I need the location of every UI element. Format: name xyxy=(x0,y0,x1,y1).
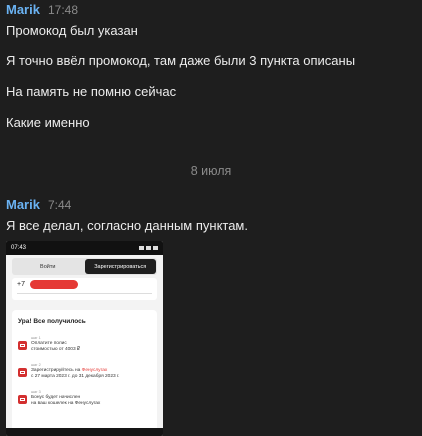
message-text: Я все делал, согласно данным пунктам. xyxy=(6,218,248,233)
auth-tabs: Войти Зарегистрироваться xyxy=(12,258,157,275)
step-item: шаг 1 Оплатите полис стоимостью от 4003 … xyxy=(18,335,151,353)
message-header: Marik 7:44 xyxy=(6,197,416,215)
message-group-2: Marik 7:44 Я все делал, согласно данным … xyxy=(6,197,416,233)
success-card: Ура! Все получилось шаг 1 Оплатите полис… xyxy=(12,310,157,436)
step-item: шаг 3 Бонус будет начислен на ваш кошеле… xyxy=(18,389,151,407)
message-time: 7:44 xyxy=(47,198,72,212)
message-header: Marik 17:48 xyxy=(6,2,416,20)
step-text: на ваш кошелек на Фенуслугах xyxy=(31,401,101,406)
divider xyxy=(17,293,152,294)
tab-register: Зарегистрироваться xyxy=(84,259,156,274)
message-time: 17:48 xyxy=(47,3,78,17)
register-icon xyxy=(18,368,27,377)
wallet-icon xyxy=(18,395,27,404)
message-group-1: Marik 17:48 Промокод был указан Я точно … xyxy=(6,2,416,130)
phone-status-bar: 07:43 xyxy=(6,241,163,255)
card-icon xyxy=(18,341,27,350)
step-item: шаг 2 Зарегистрируйтесь на Фенуслугах с … xyxy=(18,362,151,380)
date-separator: 8 июля xyxy=(190,164,232,178)
phone-field-card: +7 xyxy=(12,278,157,300)
author-name[interactable]: Marik xyxy=(6,197,40,212)
author-name[interactable]: Marik xyxy=(6,2,40,17)
message-text: Промокод был указан xyxy=(6,23,138,38)
status-icons xyxy=(139,246,158,250)
message-text: Я точно ввёл промокод, там даже были 3 п… xyxy=(6,53,356,68)
success-title: Ура! Все получилось xyxy=(18,318,86,325)
phone-nav-bar xyxy=(6,428,163,436)
phone-prefix: +7 xyxy=(17,281,25,288)
step-text: с 27 марта 2023 г. до 31 декабря 2023 г. xyxy=(31,374,120,379)
attached-image[interactable]: 07:43 Войти Зарегистрироваться +7 Ура! В… xyxy=(6,241,163,436)
phone-status-time: 07:43 xyxy=(11,245,27,251)
redaction-scribble xyxy=(30,280,78,289)
tab-login: Войти xyxy=(40,263,56,270)
step-text: Зарегистрируйтесь на xyxy=(31,368,81,373)
message-text: На память не помню сейчас xyxy=(6,84,177,99)
step-text: стоимостью от 4003 ₽ xyxy=(31,347,81,352)
step-link: Фенуслугах xyxy=(81,368,108,373)
message-text: Какие именно xyxy=(6,115,90,130)
